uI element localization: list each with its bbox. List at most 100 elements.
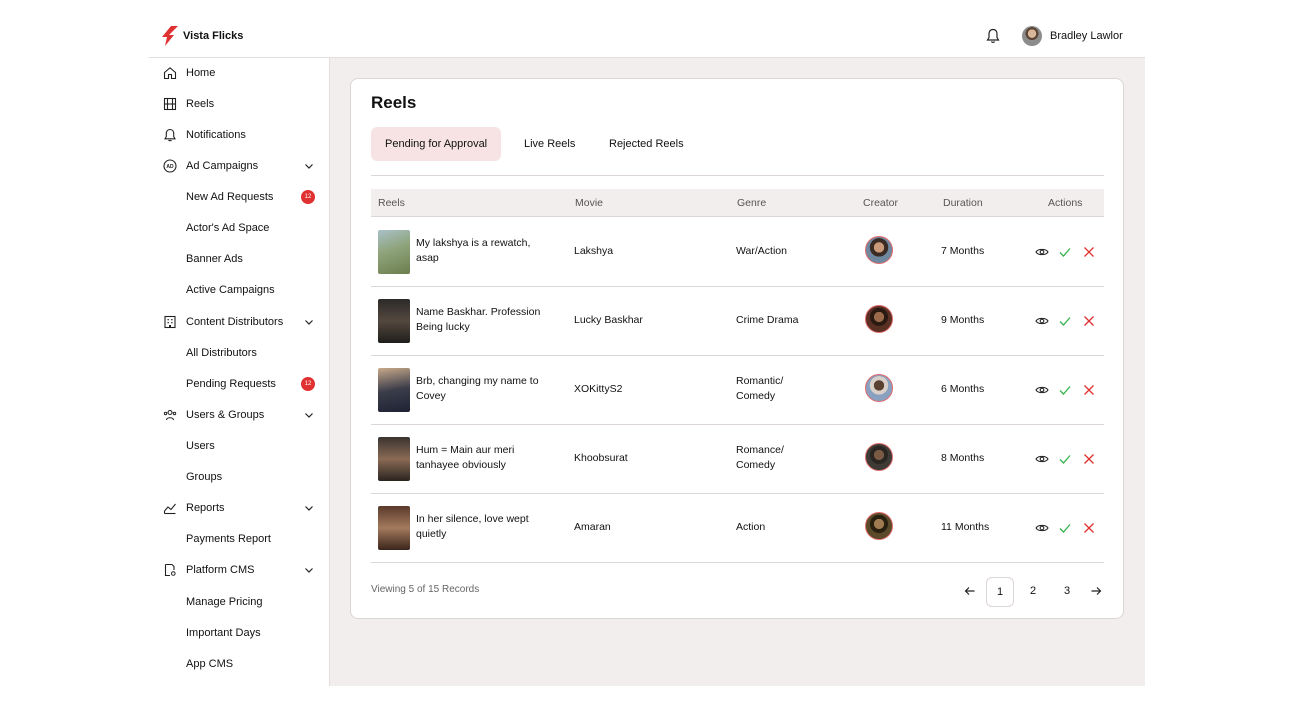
- sidebar-item-users-groups[interactable]: Users & Groups: [163, 405, 315, 425]
- notification-badge: 12: [301, 190, 315, 204]
- sidebar-item-banner-ads[interactable]: Banner Ads: [186, 249, 315, 269]
- reject-close-icon[interactable]: [1082, 452, 1096, 466]
- creator-avatar[interactable]: [865, 305, 893, 333]
- sidebar-item-payments-report[interactable]: Payments Report: [186, 529, 315, 549]
- sidebar-item-reels[interactable]: Reels: [163, 94, 315, 114]
- table-row: Hum = Main aur meri tanhayee obviously K…: [371, 424, 1104, 494]
- sidebar-item-ad-campaigns[interactable]: AD Ad Campaigns: [163, 156, 315, 176]
- sidebar-item-home[interactable]: Home: [163, 63, 315, 83]
- reel-caption: Hum = Main aur meri tanhayee obviously: [416, 444, 515, 471]
- reel-thumbnail[interactable]: [378, 437, 410, 481]
- app-name: Vista Flicks: [183, 30, 244, 42]
- movie-cell: Khoobsurat: [574, 452, 628, 464]
- sidebar-item-label: App CMS: [186, 658, 234, 670]
- user-avatar: [1022, 26, 1042, 46]
- approve-check-icon[interactable]: [1058, 521, 1072, 535]
- sidebar-item-label: Content Distributors: [186, 316, 284, 328]
- movie-cell: Lucky Baskhar: [574, 314, 643, 326]
- sidebar-item-pending-requests[interactable]: Pending Requests 12: [186, 374, 315, 394]
- view-eye-icon[interactable]: [1035, 383, 1049, 397]
- chevron-down-icon[interactable]: [303, 316, 315, 328]
- home-icon: [163, 66, 177, 80]
- reject-close-icon[interactable]: [1082, 521, 1096, 535]
- duration-cell: 6 Months: [941, 383, 985, 395]
- sidebar-item-manage-pricing[interactable]: Manage Pricing: [186, 592, 315, 612]
- app-logo[interactable]: Vista Flicks: [162, 26, 243, 46]
- chevron-down-icon[interactable]: [303, 502, 315, 514]
- sidebar-item-label: Home: [186, 67, 216, 79]
- table-header: Reels Movie Genre Creator Duration Actio…: [371, 189, 1104, 217]
- creator-avatar[interactable]: [865, 512, 893, 540]
- vista-flicks-logo-icon: [162, 26, 178, 46]
- genre-cell: Romance/ Comedy: [736, 444, 784, 471]
- sidebar-item-reports[interactable]: Reports: [163, 498, 315, 518]
- sidebar-item-label: Notifications: [186, 129, 246, 141]
- top-header: Vista Flicks Bradley Lawlor: [149, 0, 1145, 58]
- movie-cell: Lakshya: [574, 245, 614, 257]
- tab-rejected-reels[interactable]: Rejected Reels: [595, 127, 698, 161]
- reject-close-icon[interactable]: [1082, 314, 1096, 328]
- sidebar-item-label: Pending Requests: [186, 378, 276, 390]
- ad-icon: AD: [163, 159, 177, 173]
- approve-check-icon[interactable]: [1058, 383, 1072, 397]
- view-eye-icon[interactable]: [1035, 452, 1049, 466]
- duration-cell: 11 Months: [941, 521, 990, 533]
- movie-cell: Amaran: [574, 521, 611, 533]
- view-eye-icon[interactable]: [1035, 314, 1049, 328]
- chevron-down-icon[interactable]: [303, 564, 315, 576]
- page-title: Reels: [371, 93, 417, 112]
- sidebar-item-label: Users: [186, 440, 215, 452]
- sidebar-item-important-days[interactable]: Important Days: [186, 623, 315, 643]
- page-button-1[interactable]: 1: [986, 577, 1014, 607]
- sidebar-item-label: Banner Ads: [186, 253, 243, 265]
- bell-icon[interactable]: [986, 28, 1000, 44]
- column-header: Genre: [737, 197, 767, 209]
- sidebar-item-groups[interactable]: Groups: [186, 467, 315, 487]
- building-icon: [163, 315, 177, 329]
- sidebar-item-label: New Ad Requests: [186, 191, 274, 203]
- creator-avatar[interactable]: [865, 374, 893, 402]
- approve-check-icon[interactable]: [1058, 245, 1072, 259]
- tab-pending-for-approval[interactable]: Pending for Approval: [371, 127, 502, 161]
- sidebar-item-new-ad-requests[interactable]: New Ad Requests 12: [186, 187, 315, 207]
- view-eye-icon[interactable]: [1035, 245, 1049, 259]
- view-eye-icon[interactable]: [1035, 521, 1049, 535]
- reel-caption: In her silence, love wept quietly: [416, 513, 529, 540]
- sidebar-item-label: Active Campaigns: [186, 284, 275, 296]
- prev-page-button[interactable]: [962, 577, 978, 605]
- sidebar-item-content-distributors[interactable]: Content Distributors: [163, 312, 315, 332]
- sidebar-item-platform-cms[interactable]: Platform CMS: [163, 560, 315, 580]
- approve-check-icon[interactable]: [1058, 452, 1072, 466]
- column-header: Duration: [943, 197, 983, 209]
- creator-avatar[interactable]: [865, 236, 893, 264]
- reject-close-icon[interactable]: [1082, 245, 1096, 259]
- reel-thumbnail[interactable]: [378, 368, 410, 412]
- tab-live-reels[interactable]: Live Reels: [510, 127, 589, 161]
- approve-check-icon[interactable]: [1058, 314, 1072, 328]
- next-page-button[interactable]: [1088, 577, 1104, 605]
- page-button-3[interactable]: 3: [1054, 577, 1080, 605]
- reel-caption: Name Baskhar. Profession Being lucky: [416, 306, 541, 333]
- reel-caption: My lakshya is a rewatch, asap: [416, 237, 531, 264]
- reel-thumbnail[interactable]: [378, 299, 410, 343]
- reject-close-icon[interactable]: [1082, 383, 1096, 397]
- sidebar-item-all-distributors[interactable]: All Distributors: [186, 343, 315, 363]
- page-button-2[interactable]: 2: [1020, 577, 1046, 605]
- reel-thumbnail[interactable]: [378, 506, 410, 550]
- duration-cell: 8 Months: [941, 452, 985, 464]
- user-profile[interactable]: Bradley Lawlor: [1022, 26, 1123, 46]
- chevron-down-icon[interactable]: [303, 160, 315, 172]
- reel-caption: Brb, changing my name to Covey: [416, 375, 539, 402]
- sidebar-item-actors-ad-space[interactable]: Actor's Ad Space: [186, 218, 315, 238]
- sidebar-item-label: Platform CMS: [186, 564, 255, 576]
- sidebar-item-users[interactable]: Users: [186, 436, 315, 456]
- reel-thumbnail[interactable]: [378, 230, 410, 274]
- column-header: Movie: [575, 197, 604, 209]
- chevron-down-icon[interactable]: [303, 409, 315, 421]
- arrow-right-icon: [1091, 587, 1102, 595]
- creator-avatar[interactable]: [865, 443, 893, 471]
- sidebar-item-active-campaigns[interactable]: Active Campaigns: [186, 280, 315, 300]
- sidebar-item-notifications[interactable]: Notifications: [163, 125, 315, 145]
- sidebar-item-app-cms[interactable]: App CMS: [186, 654, 315, 674]
- film-icon: [163, 97, 177, 111]
